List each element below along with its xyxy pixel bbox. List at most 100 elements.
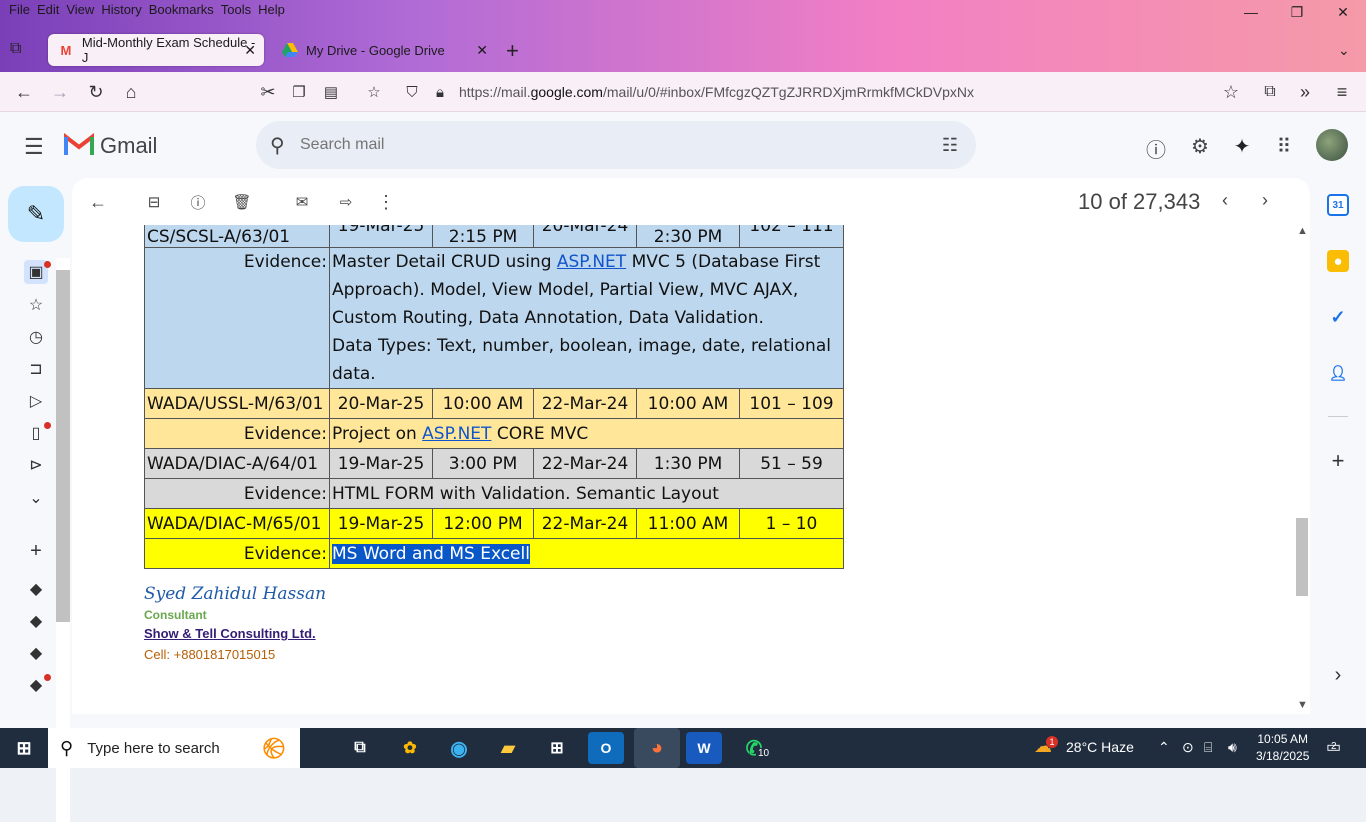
cut-icon[interactable]: ✂ — [256, 80, 280, 104]
menu-edit[interactable]: Edit — [34, 0, 63, 20]
search-icon[interactable]: ⚲ — [270, 133, 294, 158]
older-chevron-right-icon[interactable]: › — [1262, 190, 1268, 211]
tab-overflow-icon[interactable]: ⌄ — [1338, 42, 1350, 59]
app-menu-icon[interactable]: ≡ — [1330, 80, 1354, 104]
gmail-logo[interactable]: Gmail — [64, 132, 157, 160]
message-body: CS/SCSL-A/63/01 19-Mar-25 2:15 PM 20-Mar… — [72, 225, 1294, 714]
gemini-sparkle-icon[interactable]: ✦ — [1229, 134, 1255, 159]
mark-unread-icon[interactable]: ✉ — [290, 190, 314, 214]
important-icon[interactable]: ⊐ — [24, 357, 48, 381]
clipboard-icon[interactable]: ▤ — [319, 80, 343, 104]
account-avatar[interactable] — [1316, 129, 1348, 161]
menu-help[interactable]: Help — [255, 0, 289, 20]
scroll-up-icon[interactable]: ▲ — [1297, 225, 1308, 237]
more-chevron-down-icon[interactable]: ⌄ — [24, 486, 48, 510]
close-tab-icon[interactable]: ✕ — [476, 42, 488, 59]
file-explorer-icon[interactable]: ▰ — [490, 732, 526, 764]
extensions-icon[interactable]: ⧉ — [1258, 80, 1282, 104]
close-tab-icon[interactable]: ✕ — [244, 42, 256, 59]
label-icon[interactable]: ◆ — [24, 609, 48, 633]
network-icon[interactable]: ⌸ — [1204, 739, 1212, 756]
menu-view[interactable]: View — [63, 0, 98, 20]
scrollbar-thumb[interactable] — [56, 270, 70, 622]
scrollbar-thumb[interactable] — [1296, 518, 1308, 596]
reload-icon[interactable]: ↻ — [84, 80, 108, 104]
delete-icon[interactable]: 🗑︎ — [230, 190, 254, 214]
keep-icon[interactable]: ● — [1327, 250, 1349, 272]
shield-icon[interactable]: ⛉ — [400, 80, 424, 104]
report-spam-icon[interactable]: ⓘ — [186, 190, 210, 214]
url-field[interactable]: https://mail.google.com/mail/u/0/#inbox/… — [459, 84, 974, 100]
label-dot — [44, 674, 51, 681]
minimize-icon[interactable]: — — [1228, 4, 1274, 21]
label-icon[interactable]: ◆ — [24, 641, 48, 665]
menu-file[interactable]: File — [6, 0, 34, 20]
menu-bookmarks[interactable]: Bookmarks — [146, 0, 218, 20]
exam-date: 20-Mar-25 — [329, 388, 433, 419]
show-hidden-icons-icon[interactable]: ⌃ — [1158, 739, 1170, 756]
more-tools-icon[interactable]: » — [1293, 80, 1317, 104]
bookmark-star-icon[interactable]: ☆ — [1219, 80, 1243, 104]
system-clock[interactable]: 10:05 AM 3/18/2025 — [1256, 731, 1309, 765]
tab-google-drive[interactable]: My Drive - Google Drive ✕ — [272, 34, 496, 66]
windows-start-icon[interactable]: ⊞ — [6, 732, 42, 764]
aspnet-link[interactable]: ASP.NET — [422, 424, 491, 444]
label-icon[interactable]: ◆ — [24, 577, 48, 601]
main-menu-icon[interactable]: ☰ — [24, 134, 44, 160]
exam-date: 20-Mar-24 — [533, 225, 637, 248]
sent-icon[interactable]: ▷ — [24, 389, 48, 413]
get-addons-icon[interactable]: + — [1327, 448, 1349, 473]
search-highlight-icon[interactable]: 🏀︎ — [256, 732, 292, 764]
starred-icon[interactable]: ☆ — [24, 293, 48, 317]
newer-chevron-left-icon[interactable]: ‹ — [1222, 190, 1228, 211]
menu-bar: File Edit View History Bookmarks Tools H… — [0, 0, 289, 20]
more-options-icon[interactable]: ⋮ — [374, 190, 398, 214]
close-window-icon[interactable]: ✕ — [1320, 4, 1366, 21]
volume-icon[interactable]: 🔊︎ — [1228, 739, 1237, 756]
roll-range: 1 – 10 — [739, 508, 844, 539]
edge-icon[interactable]: ◉ — [441, 732, 477, 764]
google-apps-icon[interactable]: ⠿ — [1271, 134, 1297, 159]
restore-icon[interactable]: ❐ — [1274, 4, 1320, 21]
help-icon[interactable]: ⓘ — [1143, 134, 1169, 163]
compose-button[interactable]: ✎ — [8, 186, 64, 242]
forward-icon[interactable]: → — [48, 80, 72, 104]
create-label-icon[interactable]: + — [24, 539, 48, 563]
search-input[interactable] — [300, 136, 900, 154]
signature-company-link[interactable]: Show & Tell Consulting Ltd. — [144, 626, 326, 641]
scroll-down-icon[interactable]: ▼ — [1297, 699, 1308, 711]
tab-list-icon[interactable]: ⧉ — [10, 40, 21, 58]
snoozed-icon[interactable]: ◷ — [24, 325, 48, 349]
menu-tools[interactable]: Tools — [218, 0, 255, 20]
back-icon[interactable]: ← — [12, 80, 36, 104]
contacts-icon[interactable]: 👤︎ — [1327, 362, 1349, 384]
outlook-icon[interactable]: O — [588, 732, 624, 764]
firefox-icon[interactable]: ◕ — [634, 728, 680, 768]
camera-icon[interactable]: ⊙ — [1182, 739, 1194, 756]
tasks-icon[interactable]: ✓ — [1327, 306, 1349, 328]
new-tab-button[interactable]: + — [506, 38, 519, 64]
move-to-icon[interactable]: ⇨ — [334, 190, 358, 214]
word-icon[interactable]: W — [686, 732, 722, 764]
store-icon[interactable]: ⊞ — [539, 732, 575, 764]
show-side-panel-icon[interactable]: › — [1327, 664, 1349, 686]
menu-history[interactable]: History — [98, 0, 145, 20]
copy-icon[interactable]: ❐ — [287, 80, 311, 104]
lock-icon[interactable]: 🔒︎ — [428, 80, 452, 104]
tab-gmail[interactable]: M Mid-Monthly Exam Schedule - J ✕ — [48, 34, 264, 66]
settings-gear-icon[interactable]: ⚙ — [1187, 134, 1213, 159]
search-options-icon[interactable]: ☷ — [942, 135, 958, 156]
message-scrollbar[interactable]: ▲ ▼ — [1294, 225, 1310, 714]
aspnet-link[interactable]: ASP.NET — [557, 252, 626, 272]
back-to-inbox-icon[interactable]: ← — [86, 190, 110, 214]
weather-text[interactable]: 28°C Haze — [1066, 739, 1134, 755]
bookmark-manager-icon[interactable]: ☆ — [362, 80, 386, 104]
task-view-icon[interactable]: ⧉ — [342, 732, 378, 764]
course-code: WADA/USSL-M/63/01 — [144, 388, 330, 419]
home-icon[interactable]: ⌂ — [119, 80, 143, 104]
selected-text[interactable]: MS Word and MS Excell — [332, 543, 530, 564]
calendar-icon[interactable]: 31 — [1327, 194, 1349, 216]
archive-icon[interactable]: ⊟ — [142, 190, 166, 214]
categories-icon[interactable]: ⊳ — [24, 453, 48, 477]
copilot-icon[interactable]: ✿ — [392, 732, 428, 764]
